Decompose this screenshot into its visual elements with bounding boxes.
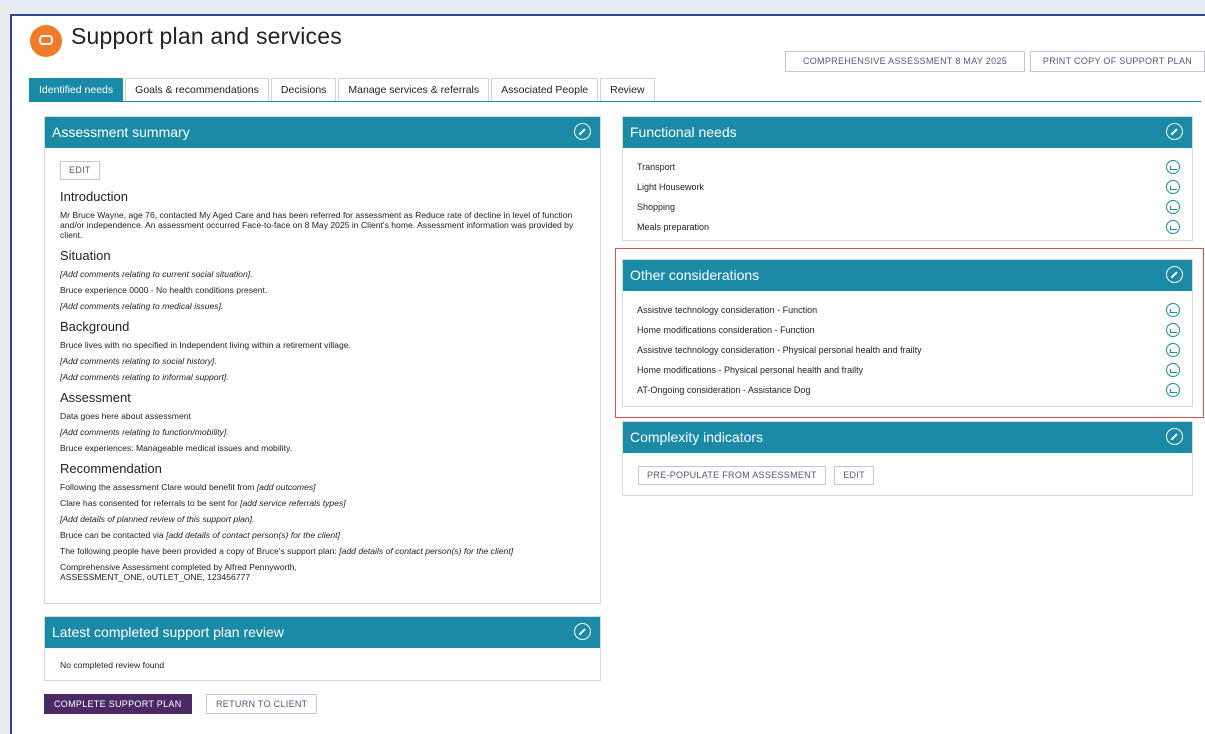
list-item: Meals preparation (637, 219, 1180, 235)
recommendation-line: The following people have been provided … (60, 546, 514, 556)
tab-identified-needs[interactable]: Identified needs (29, 78, 124, 102)
latest-review-title: Latest completed support plan review (52, 624, 284, 640)
assessment-line: Bruce experiences: Manageable medical is… (60, 443, 292, 453)
tab-underline (29, 101, 1201, 102)
return-arrow-icon[interactable] (1166, 200, 1180, 214)
list-item: Transport (637, 159, 1180, 175)
assessment-summary-panel: Assessment summary EDIT Introduction Mr … (44, 116, 601, 604)
situation-line: [Add comments relating to medical issues… (60, 301, 224, 311)
tab-goals-recommendations[interactable]: Goals & recommendations (125, 78, 269, 102)
situation-heading: Situation (60, 248, 111, 263)
tab-bar: Identified needs Goals & recommendations… (29, 78, 657, 102)
recommendation-line: Bruce can be contacted via [add details … (60, 530, 340, 540)
assessment-edit-button[interactable]: EDIT (60, 161, 100, 180)
expand-icon[interactable] (574, 123, 591, 140)
tab-associated-people[interactable]: Associated People (491, 78, 599, 102)
complexity-edit-button[interactable]: EDIT (834, 466, 874, 485)
introduction-heading: Introduction (60, 189, 128, 204)
tab-review[interactable]: Review (600, 78, 655, 102)
prepopulate-button[interactable]: PRE-POPULATE FROM ASSESSMENT (638, 466, 826, 485)
highlight-box (615, 248, 1204, 418)
complete-support-plan-button[interactable]: COMPLETE SUPPORT PLAN (44, 694, 192, 714)
return-arrow-icon[interactable] (1166, 220, 1180, 234)
assessor-line: ASSESSMENT_ONE, oUTLET_ONE, 123456777 (60, 572, 251, 582)
print-support-plan-button[interactable]: PRINT COPY OF SUPPORT PLAN (1030, 51, 1205, 72)
introduction-text: Mr Bruce Wayne, age 76, contacted My Age… (60, 210, 574, 240)
return-arrow-icon[interactable] (1166, 180, 1180, 194)
tab-manage-services-referrals[interactable]: Manage services & referrals (338, 78, 490, 102)
situation-line: Bruce experience 0000 - No health condit… (60, 285, 268, 295)
latest-review-panel: Latest completed support plan review No … (44, 616, 601, 681)
recommendation-line: Clare has consented for referrals to be … (60, 498, 346, 508)
return-to-client-button[interactable]: RETURN TO CLIENT (206, 694, 318, 714)
latest-review-header: Latest completed support plan review (45, 617, 600, 648)
assessment-heading: Assessment (60, 390, 131, 405)
situation-line: [Add comments relating to current social… (60, 269, 253, 279)
app-logo-icon (30, 25, 62, 57)
assessment-summary-header: Assessment summary (45, 117, 600, 148)
assessment-line: Data goes here about assessment (60, 411, 191, 421)
tab-decisions[interactable]: Decisions (270, 78, 337, 102)
return-arrow-icon[interactable] (1166, 160, 1180, 174)
comprehensive-assessment-button[interactable]: COMPREHENSIVE ASSESSMENT 8 MAY 2025 (785, 51, 1025, 72)
assessment-summary-title: Assessment summary (52, 124, 190, 140)
background-heading: Background (60, 319, 130, 334)
functional-needs-panel: Functional needs Transport Light Housewo… (622, 116, 1193, 241)
assessor-line: Comprehensive Assessment completed by Al… (60, 562, 297, 572)
expand-icon[interactable] (1166, 428, 1183, 445)
background-line: [Add comments relating to informal suppo… (60, 372, 229, 382)
recommendation-heading: Recommendation (60, 461, 162, 476)
recommendation-line: [Add details of planned review of this s… (60, 514, 255, 524)
background-line: [Add comments relating to social history… (60, 356, 217, 366)
complexity-indicators-panel: Complexity indicators PRE-POPULATE FROM … (622, 421, 1193, 496)
assessment-line: [Add comments relating to function/mobil… (60, 427, 229, 437)
list-item: Light Housework (637, 179, 1180, 195)
functional-needs-header: Functional needs (623, 117, 1192, 148)
background-line: Bruce lives with no specified in Indepen… (60, 340, 351, 350)
functional-needs-title: Functional needs (630, 124, 737, 140)
recommendation-line: Following the assessment Clare would ben… (60, 482, 316, 492)
latest-review-text: No completed review found (60, 660, 165, 670)
expand-icon[interactable] (574, 623, 591, 640)
complexity-indicators-title: Complexity indicators (630, 429, 764, 445)
complexity-indicators-header: Complexity indicators (623, 422, 1192, 453)
expand-icon[interactable] (1166, 123, 1183, 140)
page-title: Support plan and services (71, 23, 342, 49)
list-item: Shopping (637, 199, 1180, 215)
